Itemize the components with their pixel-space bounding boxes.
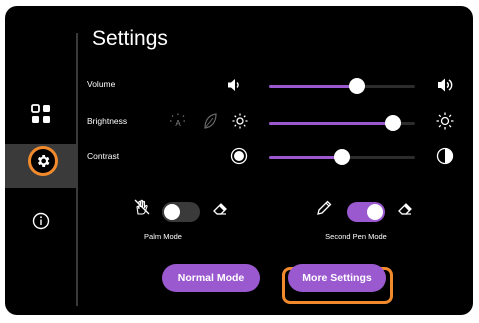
second-pen-mode-toggle-knob <box>367 204 383 220</box>
eraser-icon <box>210 199 230 217</box>
palm-reject-icon <box>132 197 152 217</box>
brightness-slider-thumb[interactable] <box>385 115 402 131</box>
brightness-high-icon[interactable] <box>435 111 455 131</box>
page-title: Settings <box>92 27 168 50</box>
more-settings-button[interactable]: More Settings <box>288 264 386 292</box>
second-pen-mode-label: Second Pen Mode <box>325 232 387 241</box>
volume-slider-fill <box>269 85 357 88</box>
volume-high-icon[interactable] <box>435 75 455 95</box>
sidebar-divider <box>76 33 78 306</box>
volume-slider[interactable] <box>269 78 415 94</box>
normal-mode-button[interactable]: Normal Mode <box>162 264 260 292</box>
apps-grid-icon <box>31 104 50 123</box>
apps-button[interactable] <box>25 98 57 130</box>
auto-brightness-icon[interactable]: A <box>167 112 189 130</box>
contrast-slider[interactable] <box>269 149 415 165</box>
eraser-icon <box>395 199 415 217</box>
palm-mode-label: Palm Mode <box>144 232 182 241</box>
volume-low-icon[interactable] <box>225 76 243 94</box>
contrast-low-icon[interactable] <box>229 146 249 166</box>
pen-icon <box>314 198 334 218</box>
contrast-label: Contrast <box>87 151 120 161</box>
leaf-eco-icon[interactable] <box>201 111 219 131</box>
volume-label: Volume <box>87 79 116 89</box>
volume-slider-thumb[interactable] <box>348 78 365 94</box>
info-button[interactable] <box>25 205 57 237</box>
contrast-slider-thumb[interactable] <box>334 149 350 165</box>
palm-mode-toggle-knob <box>164 204 180 220</box>
settings-panel: Settings Volume Brightness A Contrast Pa… <box>5 6 473 315</box>
svg-text:A: A <box>175 119 181 128</box>
gear-icon <box>37 155 50 167</box>
contrast-high-icon[interactable] <box>435 146 455 166</box>
second-pen-mode-toggle[interactable] <box>347 202 385 222</box>
palm-mode-toggle[interactable] <box>162 202 200 222</box>
brightness-label: Brightness <box>87 116 128 126</box>
info-icon <box>32 212 50 230</box>
settings-button[interactable] <box>28 146 58 176</box>
contrast-slider-fill <box>269 156 342 159</box>
brightness-slider-fill <box>269 122 394 125</box>
brightness-low-icon[interactable] <box>231 112 249 130</box>
brightness-slider[interactable] <box>269 115 415 131</box>
